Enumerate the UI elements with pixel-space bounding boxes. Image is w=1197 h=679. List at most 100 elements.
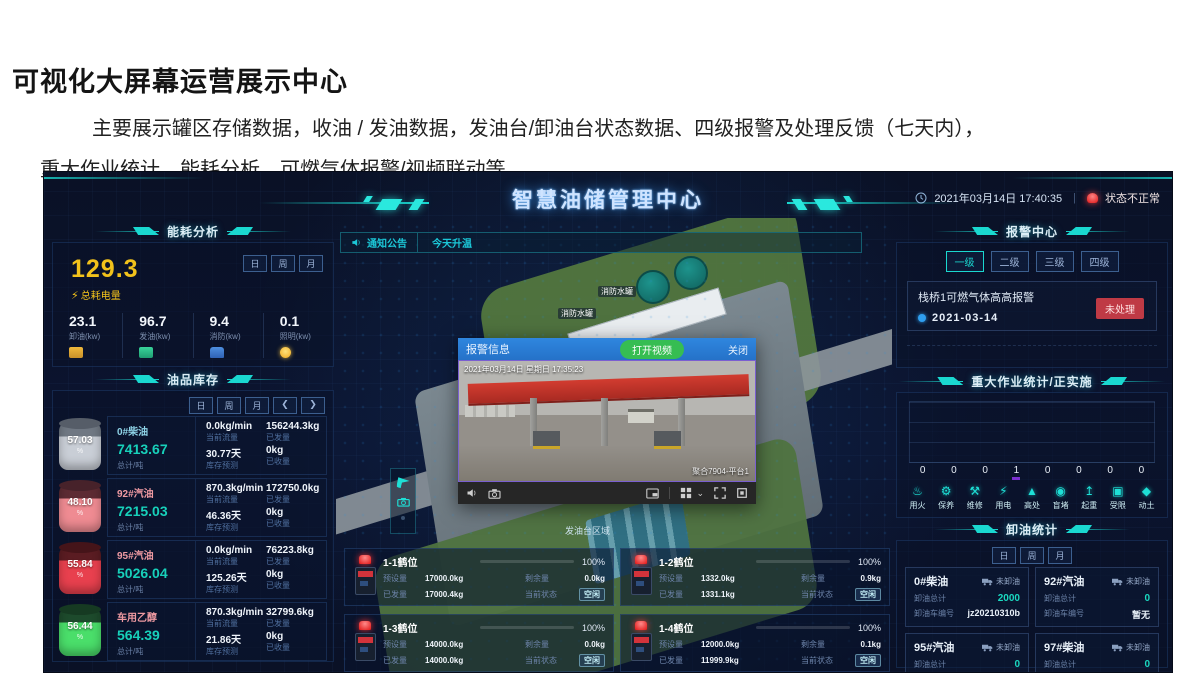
palette-dot xyxy=(401,516,405,520)
tank-icon-gas95: 55.84% xyxy=(59,546,101,594)
video-timestamp-overlay: 2021年03月14日 星期日 17:35:23 xyxy=(464,364,583,375)
next-page-arrow[interactable]: ❯ xyxy=(301,397,325,414)
electricity-icon: ⚡ xyxy=(991,485,1016,498)
title-deco-left xyxy=(95,226,159,236)
camera-tool-icon[interactable] xyxy=(397,497,410,507)
tab-day[interactable]: 日 xyxy=(992,547,1016,564)
status-badge: 空闲 xyxy=(855,654,881,667)
alarm-list-item[interactable]: 栈桥1可燃气体高高报警 2021-03-14 未处理 xyxy=(907,281,1157,331)
tank-icon-gas92: 48.10% xyxy=(59,484,101,532)
tab-month[interactable]: 月 xyxy=(245,397,269,414)
alarm-list-divider xyxy=(907,345,1157,346)
tab-day[interactable]: 日 xyxy=(243,255,267,272)
grid-view-icon[interactable] xyxy=(680,487,692,499)
oil-total-tons: 5026.04 xyxy=(117,565,189,581)
notice-category[interactable]: 通知公告 xyxy=(341,233,418,252)
tab-week[interactable]: 周 xyxy=(271,255,295,272)
chevron-down-icon[interactable]: ⌄ xyxy=(696,488,704,499)
tank-icon-diesel0: 57.03% xyxy=(59,422,101,470)
dispenser-card-1-4: 1-4鹤位 100% 预设量12000.0kg 剩余量0.1kg 已发量1199… xyxy=(620,614,890,672)
popup-header[interactable]: 报警信息 打开视频 关闭 xyxy=(458,338,756,360)
maintenance-icon: ⚙ xyxy=(934,485,959,498)
inventory-row-gas92: 48.10% 92#汽油 7215.03 总计/吨 870.3kg/min当前流… xyxy=(59,479,327,536)
snapshot-camera-icon[interactable] xyxy=(488,488,501,499)
inventory-period-tabs: 日 周 月 ❮ ❯ xyxy=(189,397,325,414)
lightning-icon: ⚡ xyxy=(71,290,79,302)
toolbar-divider xyxy=(669,487,670,499)
truck-icon xyxy=(1112,643,1123,652)
pip-icon[interactable] xyxy=(646,488,659,499)
energy-stat-dispense: 96.7 发油(kw) xyxy=(122,313,192,358)
alarm-date: 2021-03-14 xyxy=(932,312,998,324)
op-electricity: ⚡用电 xyxy=(991,485,1016,511)
video-tank-farm xyxy=(465,405,515,417)
title-deco-left xyxy=(899,376,963,386)
panel-alarm-center: 报警中心 一级 二级 三级 四级 栈桥1可燃气体高高报警 2021-03-14 … xyxy=(896,222,1168,368)
scene-label-fire-tank-2: 消防水罐 xyxy=(558,308,596,319)
unloading-card-diesel97: 97#柴油 未卸油 卸油总计0 卸油车编号暂无 xyxy=(1035,633,1159,672)
tab-month[interactable]: 月 xyxy=(1048,547,1072,564)
video-red-canopy xyxy=(468,374,750,406)
notice-bar: 通知公告 今天升温 xyxy=(340,232,862,253)
scene-fire-water-tank-1 xyxy=(636,270,670,304)
op-fire-work: ♨用火 xyxy=(905,485,930,511)
popup-title: 报警信息 xyxy=(466,341,620,357)
close-popup-button[interactable]: 关闭 xyxy=(728,342,748,357)
alarm-video-popup: 报警信息 打开视频 关闭 2021年03月14日 星期日 17:35:23 聚合… xyxy=(458,338,756,504)
volume-icon[interactable] xyxy=(466,487,478,499)
frame-icon[interactable] xyxy=(736,487,748,499)
op-confined-space: ▣受限 xyxy=(1105,485,1130,511)
speaker-icon xyxy=(351,237,362,248)
panel-unloading-stats: 卸油统计 日 周 月 0#柴油 未卸油 卸油总计2000 卸油车编号jz2021… xyxy=(896,520,1168,668)
tab-week[interactable]: 周 xyxy=(217,397,241,414)
header-edge-line-right xyxy=(1012,177,1172,179)
tab-day[interactable]: 日 xyxy=(189,397,213,414)
fuel-dispenser-icon xyxy=(355,567,376,595)
unloading-period-tabs: 日 周 月 xyxy=(992,547,1072,564)
alarm-date-dot-icon xyxy=(918,314,926,322)
fuel-dispenser-icon xyxy=(631,633,652,661)
tab-month[interactable]: 月 xyxy=(299,255,323,272)
panel-energy-analysis: 能耗分析 日 周 月 129.3 ⚡总耗电量 23.1 卸油(kw) 96.7 … xyxy=(52,222,334,367)
alarm-lamp-icon xyxy=(359,555,371,564)
flag-marker-icon[interactable] xyxy=(397,476,410,488)
oil-total-tons: 7215.03 xyxy=(117,503,189,519)
confined-space-icon: ▣ xyxy=(1105,485,1130,498)
scene-tool-palette xyxy=(390,468,416,534)
unload-meter-icon xyxy=(69,347,83,358)
alarm-lamp-icon xyxy=(635,555,647,564)
earth-work-icon: ◆ xyxy=(1134,485,1159,498)
fuel-dispenser-icon xyxy=(355,633,376,661)
open-video-button[interactable]: 打开视频 xyxy=(620,340,684,359)
topbar-right: 2021年03月14日 17:40:35 | 状态不正常 xyxy=(915,190,1160,206)
tank-icon-ethanol: 56.44% xyxy=(59,608,101,656)
panel-major-operations: 重大作业统计/正实施 0 0 0 1 0 0 0 0 ♨用火 ⚙保养 ⚒维修 ⚡… xyxy=(896,372,1168,518)
page-title: 可视化大屏幕运营展示中心 xyxy=(12,60,348,99)
header-edge-line-left xyxy=(44,177,204,179)
fire-hydrant-icon xyxy=(210,347,224,358)
inventory-panel-title: 油品库存 xyxy=(167,371,219,388)
unloading-card-diesel0: 0#柴油 未卸油 卸油总计2000 卸油车编号jz20210310b xyxy=(905,567,1029,627)
tab-level-3[interactable]: 三级 xyxy=(1036,251,1074,272)
title-deco-left xyxy=(934,524,998,534)
prev-page-arrow[interactable]: ❮ xyxy=(273,397,297,414)
unloading-panel-title: 卸油统计 xyxy=(1006,521,1058,538)
energy-stat-lighting: 0.1 照明(kw) xyxy=(263,313,333,358)
operations-bar-chart xyxy=(909,401,1155,463)
tab-level-2[interactable]: 二级 xyxy=(991,251,1029,272)
truck-icon xyxy=(982,643,993,652)
status-badge: 空闲 xyxy=(855,588,881,601)
fullscreen-icon[interactable] xyxy=(714,487,726,499)
page-description-line1: 主要展示罐区存储数据，收油 / 发油数据，发油台/卸油台状态数据、四级报警及处理… xyxy=(92,112,984,141)
alarm-unhandled-button[interactable]: 未处理 xyxy=(1096,298,1144,319)
progress-bar xyxy=(480,626,574,629)
op-height-work: ▲高处 xyxy=(1020,485,1045,511)
video-pillar xyxy=(601,398,608,446)
dispenser-card-1-2: 1-2鹤位 100% 预设量1332.0kg 剩余量0.9kg 已发量1331.… xyxy=(620,548,890,606)
tab-week[interactable]: 周 xyxy=(1020,547,1044,564)
tab-level-1[interactable]: 一级 xyxy=(946,251,984,272)
notice-scrolling-text[interactable]: 今天升温 xyxy=(432,235,472,250)
video-toolbar: ⌄ xyxy=(458,482,756,504)
tab-level-4[interactable]: 四级 xyxy=(1081,251,1119,272)
op-blind-plate: ◉盲堵 xyxy=(1048,485,1073,511)
